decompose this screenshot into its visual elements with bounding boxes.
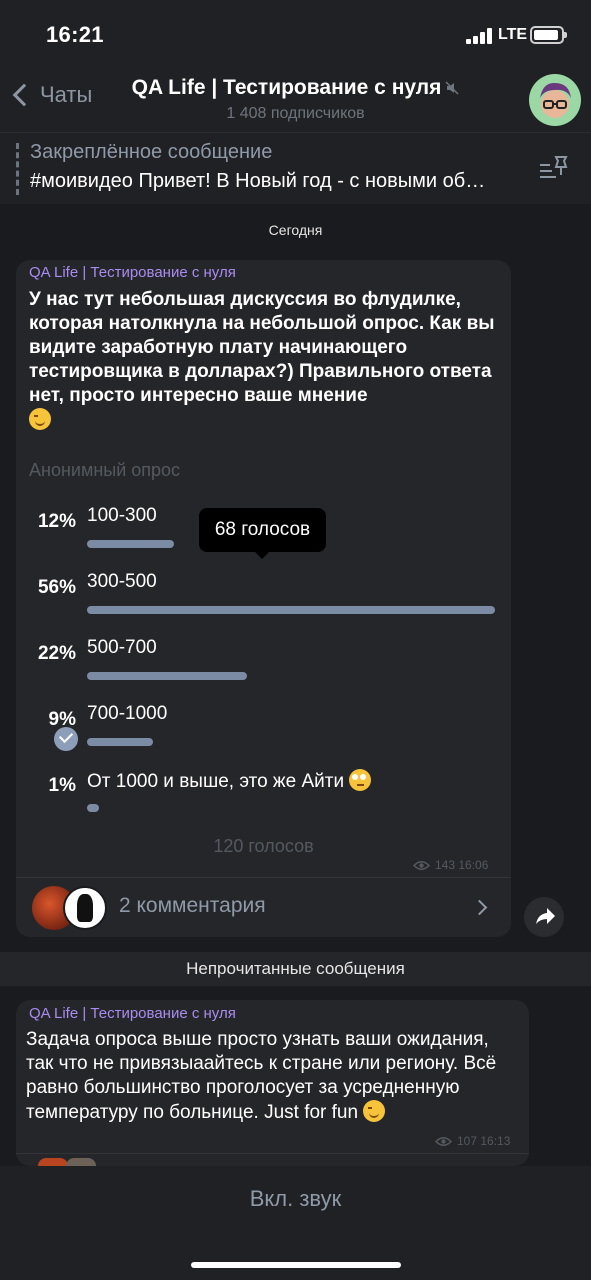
commenter-avatar xyxy=(63,886,107,930)
pin-list-icon[interactable] xyxy=(538,153,570,185)
commenter-avatar xyxy=(38,1158,68,1166)
pinned-text: #моивидео Привет! В Новый год - с новыми… xyxy=(30,170,486,192)
date-separator: Сегодня xyxy=(268,222,323,238)
sender-name[interactable]: QA Life | Тестирование с нуля xyxy=(29,1005,236,1022)
pinned-title: Закреплённое сообщение xyxy=(30,141,273,163)
option-label: 300-500 xyxy=(87,571,157,592)
commenter-avatar xyxy=(66,1158,96,1166)
message-text: Задача опроса выше просто узнать ваши ож… xyxy=(26,1028,521,1125)
eye-roll-emoji-icon xyxy=(349,769,372,791)
muted-icon xyxy=(445,81,459,95)
selected-check-icon xyxy=(54,727,78,751)
text-message: QA Life | Тестирование с нуля Задача опр… xyxy=(16,1000,529,1166)
poll-question-text: У нас тут небольшая дискуссия во флудилк… xyxy=(29,289,495,406)
unread-separator: Непрочитанные сообщения xyxy=(0,952,591,986)
subscriber-count: 1 408 подписчиков xyxy=(226,105,365,122)
home-indicator[interactable] xyxy=(191,1262,401,1268)
poll-option[interactable]: 22% 500-700 xyxy=(16,637,511,703)
option-percent: 12% xyxy=(37,511,76,532)
option-label: От 1000 и выше, это же Айти xyxy=(87,769,372,793)
poll-question: У нас тут небольшая дискуссия во флудилк… xyxy=(29,288,499,433)
option-label-text: От 1000 и выше, это же Айти xyxy=(87,771,345,792)
poll-option[interactable]: 1% От 1000 и выше, это же Айти xyxy=(16,769,511,835)
comments-label: 2 комментария xyxy=(119,894,266,917)
eye-icon xyxy=(413,860,430,870)
clock: 16:21 xyxy=(46,22,104,47)
message-meta: 143 16:06 xyxy=(413,858,488,872)
option-percent: 22% xyxy=(37,643,76,664)
unmute-button[interactable]: Вкл. звук xyxy=(0,1186,591,1212)
option-bar xyxy=(87,804,99,812)
chat-title[interactable]: QA Life | Тестирование с нуля xyxy=(0,76,591,100)
avatar-face-icon xyxy=(540,82,571,118)
message-time: 16:06 xyxy=(458,858,489,872)
pin-indicator xyxy=(16,143,19,195)
view-count: 143 xyxy=(435,858,456,872)
message-meta: 107 16:13 xyxy=(435,1134,510,1148)
poll-option[interactable]: 56% 300-500 xyxy=(16,571,511,637)
view-count: 107 xyxy=(457,1134,478,1148)
channel-avatar[interactable] xyxy=(529,74,581,126)
option-label: 700-1000 xyxy=(87,703,168,724)
option-bar xyxy=(87,606,495,614)
network-label: LTE xyxy=(498,26,528,43)
votes-tooltip: 68 голосов xyxy=(199,508,326,559)
poll-message: QA Life | Тестирование с нуля У нас тут … xyxy=(16,260,511,937)
option-label: 500-700 xyxy=(87,637,157,658)
option-label: 100-300 xyxy=(87,505,157,526)
bottom-bar: Вкл. звук xyxy=(0,1166,591,1280)
share-arrow-icon xyxy=(536,908,555,924)
poll-type: Анонимный опрос xyxy=(29,460,181,480)
chevron-right-icon xyxy=(471,899,488,916)
status-bar: 16:21 LTE xyxy=(0,0,591,70)
poll-option[interactable]: 9% 700-1000 xyxy=(16,703,511,769)
pinned-message[interactable]: Закреплённое сообщение #моивидео Привет!… xyxy=(0,132,591,204)
option-bar xyxy=(87,540,174,548)
message-time: 16:13 xyxy=(480,1134,511,1148)
nav-bar: Чаты QA Life | Тестирование с нуля 1 408… xyxy=(0,70,591,132)
option-percent: 1% xyxy=(48,775,76,796)
wink-emoji-icon xyxy=(363,1100,386,1122)
option-percent: 56% xyxy=(37,577,76,598)
option-bar xyxy=(87,672,247,680)
chat-title-text: QA Life | Тестирование с нуля xyxy=(131,76,442,99)
comments-button[interactable]: 2 комментария xyxy=(16,878,511,937)
message-body: Задача опроса выше просто узнать ваши ож… xyxy=(26,1029,497,1123)
eye-icon xyxy=(435,1136,452,1146)
option-bar xyxy=(87,738,153,746)
sender-name[interactable]: QA Life | Тестирование с нуля xyxy=(29,264,236,281)
total-votes[interactable]: 120 голосов xyxy=(16,836,511,857)
battery-icon xyxy=(530,26,567,44)
signal-icon xyxy=(466,28,494,44)
smirk-emoji-icon xyxy=(29,408,51,430)
screen: 16:21 LTE Чаты QA Life | Тестирование с … xyxy=(0,0,591,1280)
share-button[interactable] xyxy=(524,897,564,937)
divider xyxy=(16,1153,529,1154)
